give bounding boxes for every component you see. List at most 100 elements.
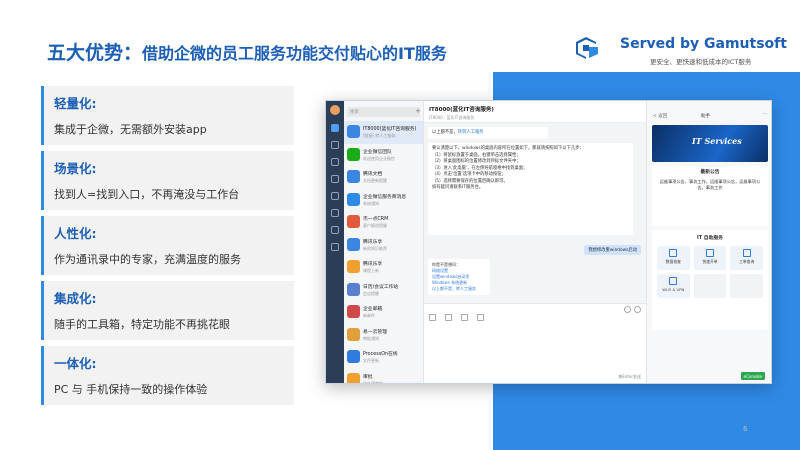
conversation-name: 杰一点CRM bbox=[363, 217, 389, 222]
conversation-avatar bbox=[347, 192, 360, 206]
conversation-preview: 新的知识推荐 bbox=[363, 245, 387, 251]
mail-icon[interactable] bbox=[331, 243, 339, 251]
feature-list: 轻量化: 集成于企微，无需额外安装app 场景化: 找到人=找到入口，不再淹没与… bbox=[41, 86, 294, 411]
wecom-app-window: 搜索 + IT8000(蓝化IT咨询服务) [链接] 转人工服务 企业微信团队 欢迎使… bbox=[325, 100, 772, 384]
service-tile[interactable]: 快速开单 bbox=[693, 246, 727, 270]
conversation-preview: 系统通知 bbox=[363, 200, 379, 206]
conversation-item[interactable]: 企业邮箱 新邮件 bbox=[344, 301, 423, 324]
scissors-icon[interactable] bbox=[445, 314, 453, 321]
suggestion-link[interactable]: 以上都不是，转人工服务 bbox=[432, 286, 486, 292]
conversation-preview: 文档更新提醒 bbox=[363, 178, 387, 183]
conversation-name: 审批 bbox=[363, 374, 373, 380]
back-button[interactable]: < 返回 bbox=[653, 113, 667, 119]
history-icon[interactable] bbox=[634, 306, 641, 313]
service-icon bbox=[669, 277, 678, 285]
transfer-message: 以上都不是，转到人工服务 bbox=[428, 127, 548, 139]
mobile-preview-panel: < 返回 助手 ··· IT Services 最新公告 运维事项公告，事务工作… bbox=[646, 101, 771, 383]
transfer-link[interactable]: 转到人工服务 bbox=[458, 130, 484, 135]
conversation-avatar bbox=[347, 170, 360, 183]
feature-item: 人性化: 作为通讯录中的专家，充满温度的服务 bbox=[41, 216, 294, 275]
feature-item: 集成化: 随手的工具箱，特定功能不再挑花眼 bbox=[41, 281, 294, 340]
docs-icon[interactable] bbox=[331, 141, 339, 149]
feature-desc: 随手的工具箱，特定功能不再挑花眼 bbox=[54, 318, 230, 331]
workbench-icon[interactable] bbox=[331, 192, 339, 200]
conversation-name: 易一云管理 bbox=[363, 329, 387, 335]
file-icon[interactable] bbox=[461, 314, 469, 321]
chat-toolbar bbox=[424, 303, 646, 321]
conversation-name: ProcessOn在线 bbox=[363, 352, 398, 357]
calendar-icon[interactable] bbox=[331, 158, 339, 166]
conversation-item[interactable]: IT8000(蓝化IT咨询服务) [链接] 转人工服务 bbox=[344, 121, 423, 144]
notice-card: 最新公告 运维事项公告，事务工作，运维事项公告，运维事项公告，事务工作 bbox=[652, 166, 768, 226]
conversation-item[interactable]: 日历/会议工作站 会议提醒 bbox=[344, 279, 423, 302]
meeting-icon[interactable] bbox=[331, 226, 339, 234]
conversation-preview: 文件更新 bbox=[363, 358, 379, 363]
conversation-item[interactable]: 腾讯乐享 新的知识推荐 bbox=[344, 234, 423, 257]
feature-title: 场景化: bbox=[54, 161, 97, 176]
gamutsoft-logo-icon bbox=[576, 37, 598, 59]
user-avatar[interactable] bbox=[330, 105, 340, 115]
conversation-avatar bbox=[347, 305, 360, 318]
mobile-header: < 返回 助手 ··· bbox=[647, 101, 771, 125]
conversation-name: 腾讯文档 bbox=[363, 172, 383, 177]
conversation-item[interactable]: 审批 待处理审批 bbox=[344, 369, 423, 384]
conversation-item[interactable]: 腾讯文档 文档更新提醒 bbox=[344, 166, 423, 189]
messages-icon[interactable] bbox=[331, 124, 339, 132]
conversation-name: 企业微信团队 bbox=[363, 149, 392, 155]
add-icon[interactable]: + bbox=[415, 107, 421, 116]
image-icon[interactable] bbox=[477, 314, 485, 321]
feature-desc: 找到人=找到入口，不再淹没与工作台 bbox=[54, 188, 240, 201]
conversation-name: 日历/会议工作站 bbox=[363, 284, 399, 290]
feature-desc: 集成于企微，无需额外安装app bbox=[54, 123, 207, 136]
brand-tagline: 更安全、更快速和低成本的ICT服务 bbox=[650, 58, 752, 66]
conversation-name: 企业微信服务商消息 bbox=[363, 194, 407, 200]
conversation-avatar bbox=[347, 372, 360, 383]
feature-desc: PC 与 手机保持一致的操作体验 bbox=[54, 383, 208, 396]
title-subtitle: 借助企微的员工服务功能交付贴心的IT服务 bbox=[142, 44, 447, 63]
service-tile[interactable]: 数据恢复 bbox=[657, 246, 690, 270]
conversation-item[interactable]: 腾讯乐享 课程上新 bbox=[344, 256, 423, 279]
service-tile[interactable]: Wi-Fi & VPN bbox=[657, 274, 690, 298]
service-tile[interactable] bbox=[693, 274, 727, 298]
brand-name: Served by Gamutsoft bbox=[620, 36, 787, 52]
suggestion-message: 你是不是想问： 网络设置 设置windows启动项 Windows 系统更新 以… bbox=[428, 259, 490, 295]
conversation-name: IT8000(蓝化IT咨询服务) bbox=[363, 127, 417, 132]
search-input[interactable]: 搜索 + bbox=[347, 107, 421, 117]
conversation-name: 腾讯乐享 bbox=[363, 239, 383, 245]
emoji-icon[interactable] bbox=[429, 314, 436, 321]
conversation-preview: 待处理审批 bbox=[363, 380, 383, 384]
banner-text: IT Services bbox=[692, 136, 742, 146]
conversation-item[interactable]: 企业微信服务商消息 系统通知 bbox=[344, 189, 423, 212]
portal-title: IT 自助服务 bbox=[697, 236, 723, 241]
it-services-banner: IT Services bbox=[652, 125, 768, 162]
contacts-icon[interactable] bbox=[331, 175, 339, 183]
service-tile[interactable]: 工单查询 bbox=[730, 246, 763, 270]
service-icon bbox=[705, 249, 714, 257]
nav-rail bbox=[326, 101, 344, 383]
feature-title: 轻量化: bbox=[54, 96, 97, 111]
conversation-list: 搜索 + IT8000(蓝化IT咨询服务) [链接] 转人工服务 企业微信团队 欢迎使… bbox=[344, 101, 424, 384]
service-label: 工单查询 bbox=[739, 259, 755, 264]
chat-panel: IT8000(蓝化IT咨询服务) IT8000 · 蓝化IT咨询服务 以上都不是… bbox=[424, 101, 646, 383]
conversation-avatar bbox=[347, 350, 360, 363]
feature-title: 一体化: bbox=[54, 356, 97, 371]
econsole-button[interactable]: eConsole bbox=[740, 372, 765, 380]
conversation-item[interactable]: 杰一点CRM 客户跟进提醒 bbox=[344, 211, 423, 234]
drive-icon[interactable] bbox=[331, 209, 339, 217]
conversation-avatar bbox=[347, 260, 360, 273]
video-icon[interactable] bbox=[624, 306, 631, 313]
title-main: 五大优势： bbox=[47, 42, 143, 64]
conversation-item[interactable]: 企业微信团队 欢迎使用企业微信 bbox=[344, 144, 423, 167]
conversation-item[interactable]: 易一云管理 审批通知 bbox=[344, 324, 423, 347]
service-tile[interactable] bbox=[730, 274, 763, 298]
conversation-item[interactable]: ProcessOn在线 文件更新 bbox=[344, 346, 423, 369]
service-icon bbox=[742, 249, 751, 257]
service-label: Wi-Fi & VPN bbox=[662, 287, 685, 292]
conversation-avatar bbox=[347, 327, 360, 341]
conversation-avatar bbox=[347, 282, 360, 296]
send-hint[interactable]: 按Enter发送 bbox=[618, 374, 641, 380]
conversation-preview: 欢迎使用企业微信 bbox=[363, 155, 395, 161]
conversation-preview: 会议提醒 bbox=[363, 290, 379, 296]
more-icon[interactable]: ··· bbox=[763, 112, 767, 117]
service-label: 快速开单 bbox=[702, 259, 718, 264]
